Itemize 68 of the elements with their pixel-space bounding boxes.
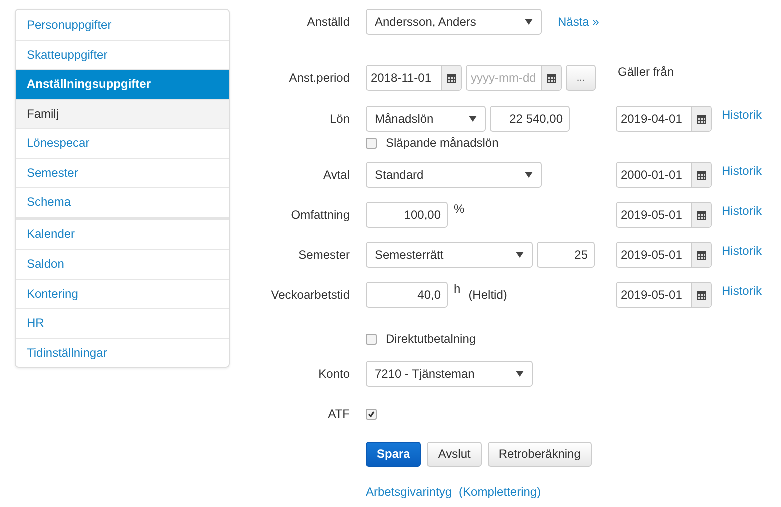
- date-field[interactable]: 2019-05-01: [616, 242, 712, 268]
- date-field[interactable]: 2000-01-01: [616, 162, 712, 188]
- history-link[interactable]: Historik: [722, 204, 762, 218]
- date-field[interactable]: yyyy-mm-dd: [466, 65, 562, 91]
- calendar-icon: [697, 170, 706, 180]
- history-link[interactable]: Historik: [722, 108, 762, 122]
- sidebar-item[interactable]: Schema: [16, 187, 229, 216]
- caret-icon: [516, 371, 524, 377]
- sidebar-item[interactable]: Lönespecar: [16, 128, 229, 158]
- date-field[interactable]: 2018-11-01: [366, 65, 462, 91]
- number-field[interactable]: 40,0: [366, 282, 448, 308]
- number-field[interactable]: 100,00: [366, 202, 448, 228]
- caret-icon: [516, 252, 524, 258]
- action-button[interactable]: Avslut: [427, 442, 482, 466]
- calendar-icon: [697, 290, 706, 300]
- type-select[interactable]: Månadslön: [366, 106, 486, 132]
- note-text: (Heltid): [468, 288, 508, 302]
- calendar-icon: [697, 250, 706, 260]
- action-button[interactable]: Retroberäkning: [488, 442, 592, 466]
- date-field[interactable]: 2019-05-01: [616, 202, 712, 228]
- unit-label: h: [454, 282, 461, 296]
- field-label: Anst.period: [288, 71, 350, 85]
- sidebar-item[interactable]: Saldon: [16, 249, 229, 278]
- history-link[interactable]: Historik: [722, 244, 762, 258]
- sidebar-item[interactable]: Anställningsuppgifter: [16, 69, 229, 98]
- checkbox-label: Släpande månadslön: [386, 136, 499, 150]
- account-select[interactable]: 7210 - Tjänsteman: [366, 361, 533, 387]
- calendar-icon: [547, 74, 556, 82]
- field-label: Semester: [298, 248, 350, 262]
- sidebar-item[interactable]: Tidinställningar: [16, 338, 229, 367]
- caret-icon: [525, 172, 533, 178]
- calendar-icon: [697, 114, 706, 124]
- certificate-link[interactable]: Arbetsgivarintyg: [366, 485, 452, 499]
- field-label: Avtal: [322, 168, 350, 182]
- sidebar-item[interactable]: Kontering: [16, 278, 229, 308]
- field-label: Konto: [318, 367, 350, 381]
- field-label: Lön: [328, 112, 350, 126]
- caret-icon: [469, 116, 477, 122]
- date-field[interactable]: 2019-05-01: [616, 282, 712, 308]
- field-label: ATF: [327, 407, 350, 421]
- column-header: Gäller från: [618, 65, 674, 79]
- amount-field[interactable]: 25: [537, 242, 595, 268]
- calendar-icon: [697, 210, 706, 220]
- calendar-icon: [447, 74, 456, 82]
- checkbox-label: Direktutbetalning: [386, 332, 476, 346]
- action-button[interactable]: Spara: [366, 442, 422, 466]
- unit-label: %: [454, 202, 465, 216]
- field-label: Anställd: [306, 15, 350, 29]
- type-select[interactable]: Semesterrätt: [366, 242, 533, 268]
- employee-select[interactable]: Andersson, Anders: [366, 9, 542, 35]
- checkbox[interactable]: [366, 138, 377, 148]
- date-field[interactable]: 2019-04-01: [616, 106, 712, 132]
- more-button[interactable]: ...: [566, 65, 596, 91]
- agreement-select[interactable]: Standard: [366, 162, 542, 188]
- sidebar-item[interactable]: Semester: [16, 158, 229, 187]
- sidebar-item[interactable]: HR: [16, 308, 229, 338]
- history-link[interactable]: Historik: [722, 284, 762, 298]
- checkbox[interactable]: [366, 334, 377, 344]
- field-label: Omfattning: [290, 208, 350, 222]
- amount-field[interactable]: 22 540,00: [490, 106, 570, 132]
- caret-icon: [525, 19, 533, 25]
- certificate-link[interactable]: (Komplettering): [459, 485, 542, 499]
- next-link[interactable]: Nästa »: [558, 15, 600, 29]
- sidebar-item[interactable]: Personuppgifter: [16, 10, 229, 40]
- checkbox[interactable]: [366, 408, 377, 420]
- field-label: Veckoarbetstid: [270, 288, 350, 302]
- sidebar-item[interactable]: Kalender: [16, 220, 229, 249]
- history-link[interactable]: Historik: [722, 164, 762, 178]
